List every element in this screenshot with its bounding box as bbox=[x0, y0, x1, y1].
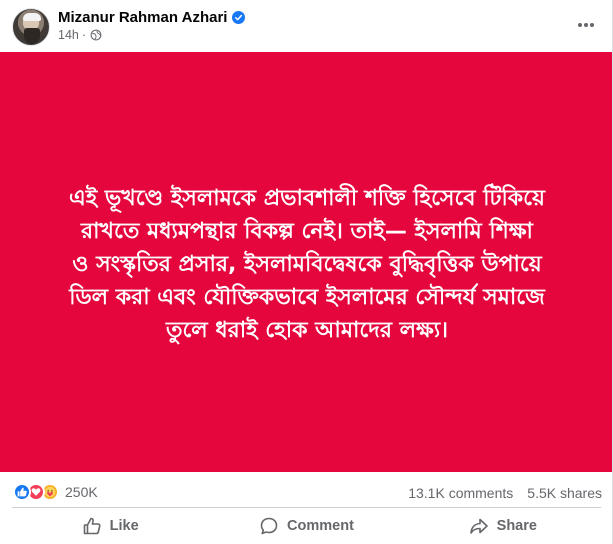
meta-separator: · bbox=[81, 28, 87, 42]
reaction-count[interactable]: 250K bbox=[65, 484, 98, 500]
comment-button[interactable]: Comment bbox=[208, 510, 404, 542]
post-header: Mizanur Rahman Azhari 14h · bbox=[0, 0, 613, 52]
verified-badge-icon bbox=[232, 10, 246, 24]
post-actions: Like Comment Share bbox=[12, 510, 601, 542]
facebook-post: Mizanur Rahman Azhari 14h · এই ভূখণ্ডে ই bbox=[0, 0, 613, 544]
post-timestamp[interactable]: 14h bbox=[58, 28, 79, 42]
like-button[interactable]: Like bbox=[12, 510, 208, 542]
author-avatar[interactable] bbox=[12, 8, 50, 46]
image-quote: এই ভূখণ্ডে ইসলামকে প্রভাবশালী শক্তি হিসে… bbox=[34, 182, 580, 347]
dots-icon bbox=[578, 23, 594, 27]
share-label: Share bbox=[496, 518, 537, 534]
globe-icon bbox=[90, 29, 102, 41]
share-button[interactable]: Share bbox=[405, 510, 601, 542]
shares-count[interactable]: 5.5K shares bbox=[527, 485, 602, 501]
avatar-beard bbox=[24, 28, 40, 44]
more-options-icon[interactable] bbox=[573, 12, 599, 38]
post-image[interactable]: এই ভূখণ্ডে ইসলামকে প্রভাবশালী শক্তি হিসে… bbox=[0, 52, 612, 472]
actions-divider bbox=[12, 507, 601, 508]
like-label: Like bbox=[109, 518, 139, 534]
comment-label: Comment bbox=[287, 518, 354, 534]
like-reaction-icon bbox=[13, 483, 31, 501]
author-row: Mizanur Rahman Azhari bbox=[58, 7, 246, 27]
comments-count[interactable]: 13.1K comments bbox=[408, 485, 513, 501]
reactions-summary[interactable]: 250K bbox=[13, 483, 98, 501]
avatar-cap bbox=[23, 13, 41, 21]
quote-line: ও সংস্কৃতির প্রসার, ইসলামবিদ্বেষকে বুদ্ধ… bbox=[72, 252, 542, 277]
post-meta: 14h · bbox=[58, 27, 102, 43]
quote-line: ডিল করা এবং যৌক্তিকভাবে ইসলামের সৌন্দর্য… bbox=[69, 285, 545, 310]
quote-line: এই ভূখণ্ডে ইসলামকে প্রভাবশালী শক্তি হিসে… bbox=[69, 186, 545, 211]
comment-bubble-icon bbox=[260, 517, 278, 535]
thumbs-up-icon bbox=[83, 517, 101, 535]
post-stats: 250K 13.1K comments 5.5K shares bbox=[0, 480, 613, 506]
quote-line: তুলে ধরাই হোক আমাদের লক্ষ্য। bbox=[165, 318, 449, 343]
author-name[interactable]: Mizanur Rahman Azhari bbox=[58, 9, 227, 26]
quote-line: রাখতে মধ্যমপন্থার বিকল্প নেই। তাই— ইসলাম… bbox=[81, 219, 533, 244]
share-arrow-icon bbox=[469, 518, 488, 534]
engagement-counts: 13.1K comments 5.5K shares bbox=[408, 485, 602, 501]
